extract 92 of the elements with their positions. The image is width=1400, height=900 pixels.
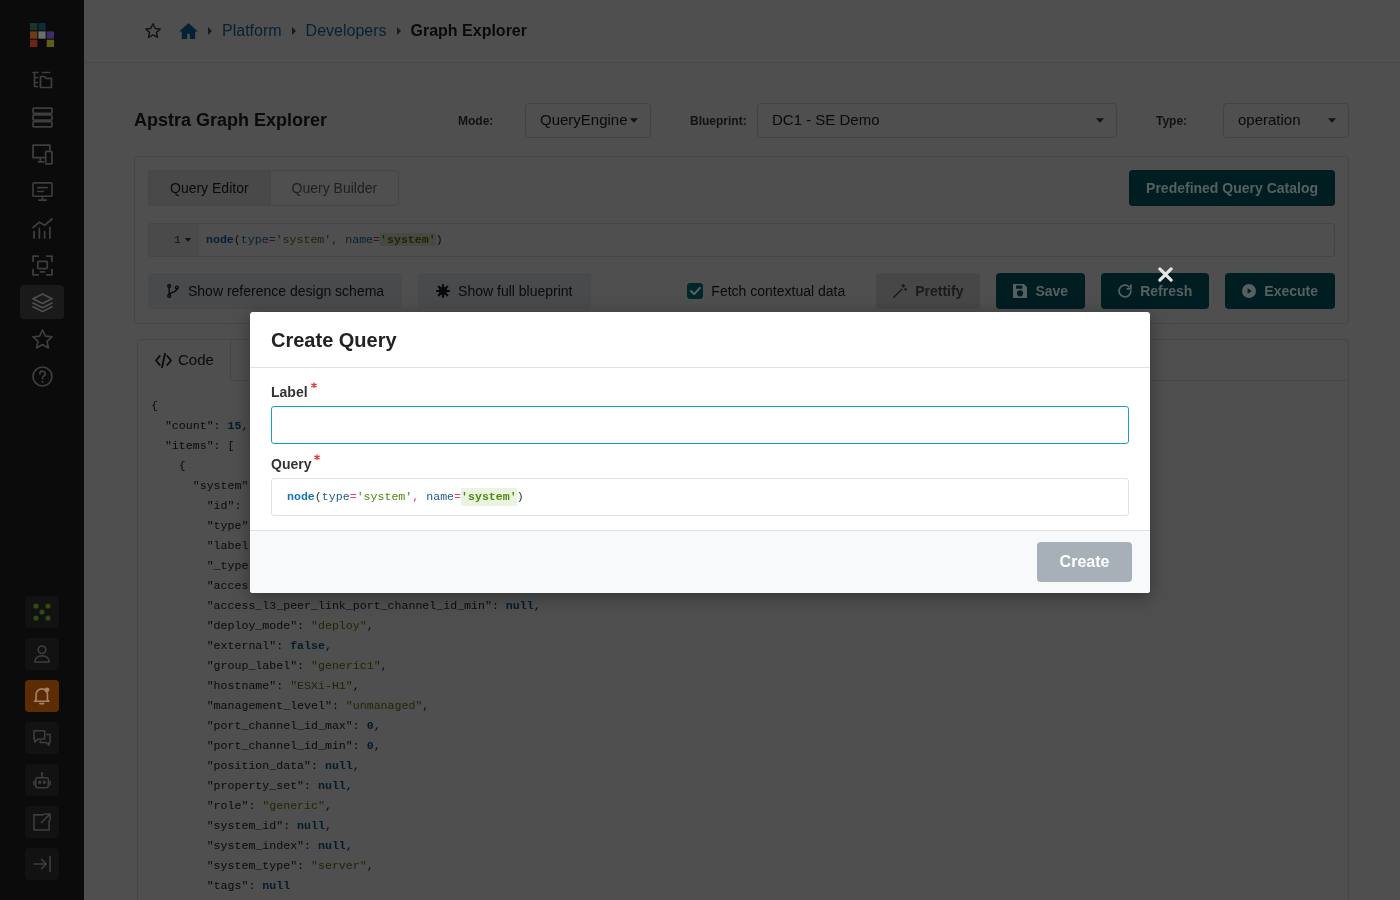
server-stack-icon: [31, 106, 53, 128]
button[interactable]: Show reference design schema: [148, 273, 403, 309]
button[interactable]: Save: [996, 273, 1086, 309]
dialog-title: Create Query: [271, 327, 397, 352]
devices-icon: [31, 143, 53, 165]
chart-icon: [31, 217, 53, 239]
code-line: "system_id": null,: [206, 819, 332, 832]
user-icon: [33, 645, 51, 663]
star-icon: [31, 328, 53, 350]
sidebar-button[interactable]: [25, 596, 59, 628]
chat-icon: [33, 729, 51, 747]
code-line: "position_data": null,: [206, 759, 360, 772]
text-input[interactable]: [271, 406, 1129, 444]
code-line: "hostname": "ESXi-H1",: [206, 679, 360, 692]
folder-list-icon: [31, 69, 53, 91]
caret-icon: [1096, 118, 1104, 123]
code-line: "port_channel_id_min": 0,: [206, 739, 381, 752]
code-line: node(type='system', name='system'): [206, 232, 443, 249]
sidebar-button[interactable]: [25, 722, 59, 754]
breadcrumb-current: Graph Explorer: [410, 21, 527, 41]
checkbox-label: Fetch contextual data: [711, 281, 846, 301]
close-icon[interactable]: [1158, 267, 1173, 282]
sidebar-button[interactable]: [25, 680, 59, 712]
button[interactable]: Execute: [1225, 273, 1335, 309]
code-line: "count": 15,: [164, 419, 249, 432]
code-icon: [155, 352, 172, 368]
code-line: "group_label": "generic1",: [206, 659, 388, 672]
breadcrumb-link[interactable]: Platform: [222, 19, 282, 43]
sidebar-item[interactable]: [20, 285, 64, 319]
branch-icon: [166, 284, 180, 298]
field-label: Query: [271, 455, 312, 474]
robot-icon: [33, 771, 51, 789]
code-line: "system_index": null,: [206, 839, 353, 852]
code-line: "management_level": "unmanaged",: [206, 699, 430, 712]
bell-icon: [33, 687, 51, 705]
logo-icon[interactable]: [30, 23, 54, 47]
code-line: "items": [: [164, 439, 235, 452]
chevron-right-icon: [208, 27, 212, 35]
checkbox[interactable]: [687, 283, 704, 299]
code-line: "external": false,: [206, 639, 332, 652]
gear-icon: [436, 284, 451, 298]
refresh-icon: [1118, 284, 1133, 298]
home-icon[interactable]: [179, 23, 198, 39]
dropdown[interactable]: operation: [1223, 103, 1349, 138]
sidebar-button[interactable]: [25, 764, 59, 796]
caret-icon: [630, 118, 638, 123]
code-line: "deploy_mode": "deploy",: [206, 619, 374, 632]
check-icon: [689, 287, 701, 295]
code-line: "label: [206, 539, 249, 552]
button[interactable]: Show full blueprint: [418, 273, 591, 309]
code-line: "_type: [206, 559, 249, 572]
chevron-right-icon: [396, 27, 401, 35]
external-link-icon: [33, 813, 51, 831]
monitor-icon: [31, 180, 53, 202]
dots-icon: [33, 603, 51, 621]
code-line: "access_l3_peer_link_port_channel_id_min": null,: [206, 599, 541, 612]
help-icon: [31, 365, 53, 387]
fold-caret-icon[interactable]: [185, 238, 191, 242]
code-line: "acces: [206, 579, 249, 592]
wand-icon: [893, 284, 908, 298]
layers-icon: [31, 291, 53, 313]
field-label: Label: [271, 383, 308, 402]
star-icon[interactable]: [145, 23, 161, 39]
catalog-button[interactable]: Predefined Query Catalog: [1129, 170, 1335, 206]
code-line: "system": [192, 479, 249, 492]
tab[interactable]: Query Editor: [148, 170, 271, 206]
code-line: "role": "generic",: [206, 799, 332, 812]
code-line: {: [151, 399, 158, 412]
dropdown[interactable]: QueryEngine: [525, 103, 651, 138]
sidebar-button[interactable]: [25, 638, 59, 670]
button[interactable]: Refresh: [1101, 273, 1210, 309]
tab[interactable]: Code: [138, 340, 231, 381]
code-line: "tags": null: [206, 879, 291, 892]
chevron-right-icon: [291, 27, 296, 35]
code-line: "property_set": null,: [206, 779, 353, 792]
breadcrumb-link[interactable]: Developers: [305, 19, 387, 43]
code-line: "id":: [206, 499, 242, 512]
field-label: Blueprint:: [690, 112, 748, 130]
scan-icon: [31, 254, 53, 276]
field-label: Mode:: [458, 112, 495, 130]
arrow-to-line-icon: [33, 855, 51, 873]
code-line: "system_type": "server",: [206, 859, 374, 872]
caret-icon: [1328, 118, 1336, 123]
dropdown[interactable]: DC1 - SE Demo: [757, 103, 1117, 138]
code-line: "port_channel_id_max": 0,: [206, 719, 381, 732]
query-field[interactable]: node(type='system', name='system'): [271, 478, 1129, 516]
sidebar-button[interactable]: [25, 806, 59, 838]
code-line: {: [178, 459, 186, 472]
page-title: Apstra Graph Explorer: [134, 109, 329, 132]
sidebar-button[interactable]: [25, 848, 59, 880]
field-label: Type:: [1156, 112, 1189, 130]
code-line: "type": [206, 519, 249, 532]
